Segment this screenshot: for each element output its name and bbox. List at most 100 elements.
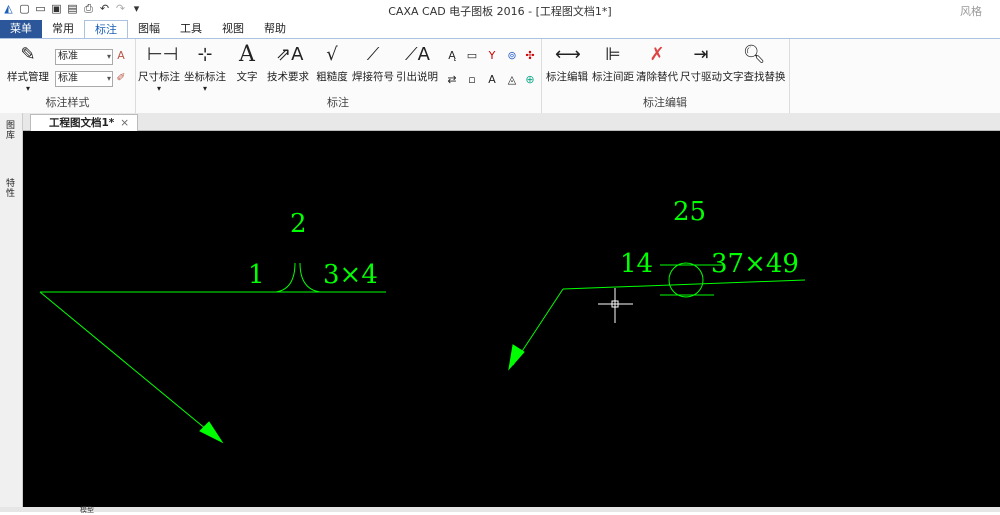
crosshair-circle-icon[interactable]: ⊕: [523, 73, 537, 87]
weld-icon: ⟋: [366, 44, 380, 65]
ribbon-tabs: 菜单 常用 标注 图幅 工具 视图 帮助: [0, 20, 1000, 39]
tech-req-button[interactable]: ⇗A 技术要求: [265, 43, 311, 84]
dimension-drive-icon: ⇥: [693, 44, 709, 65]
group-annotation-edit: ⟷ 标注编辑 ⊫ 标注间距 ✗ 清除替代 ⇥ 尺寸驱动 🔍︎ 文字查找替换 标注…: [541, 39, 790, 113]
weld1-left-label: 1: [248, 260, 265, 290]
weld-symbol-arc: [275, 262, 296, 293]
datum-icon[interactable]: Ą: [445, 49, 459, 63]
tab-view[interactable]: 视图: [212, 20, 254, 38]
drawing-canvas[interactable]: 2 1 3×4 25 14 37×49: [23, 131, 1000, 507]
tech-req-icon: ⇗A: [276, 44, 304, 65]
clear-override-label: 清除替代: [636, 71, 678, 83]
dimension-drive-button[interactable]: ⇥ 尺寸驱动: [679, 43, 723, 84]
style-manage-label: 样式管理: [7, 71, 49, 83]
chevron-down-icon: ▾: [202, 84, 207, 93]
leader-line: [39, 291, 219, 440]
group-annotation: ⊢⊣ 尺寸标注 ▾ ⊹ 坐标标注 ▾ A 文字 ⇗A 技术要求 √ 粗糙度 ⟋ …: [135, 39, 542, 113]
tolerance-icon[interactable]: ▭: [465, 49, 479, 63]
tab-sheet[interactable]: 图幅: [128, 20, 170, 38]
text-style-value: 标准: [58, 51, 78, 62]
reference-line: [562, 279, 806, 290]
group-label: 标注: [327, 96, 349, 109]
weld2-right-label: 37×49: [711, 249, 799, 279]
find-replace-label: 文字查找替换: [722, 71, 786, 83]
close-icon[interactable]: ×: [120, 117, 129, 129]
style-manage-icon: ✎: [20, 44, 36, 65]
arrowhead: [508, 344, 525, 371]
sidebar-item-library[interactable]: 图库: [6, 121, 16, 141]
window-title: CAXA CAD 电子图板 2016 - [工程图文档1*]: [388, 5, 612, 18]
annotation-edit-button[interactable]: ⟷ 标注编辑: [545, 43, 589, 84]
weld1-top-label: 2: [290, 209, 307, 239]
style-manage-button[interactable]: ✎ 样式管理 ▾: [4, 43, 52, 93]
roughness-button[interactable]: √ 粗糙度: [313, 43, 351, 84]
chamfer-icon[interactable]: Y: [485, 49, 499, 63]
dim-style-value: 标准: [58, 73, 78, 84]
weld1-right-label: 3×4: [323, 260, 378, 290]
chevron-down-icon: ▾: [106, 74, 111, 83]
weld-symbol-arc: [299, 262, 321, 293]
weld2-left-label: 14: [620, 249, 653, 279]
status-text: 模型: [80, 506, 94, 514]
weld-symbol-button[interactable]: ⟋ 焊接符号: [351, 43, 395, 84]
group-label: 标注编辑: [643, 96, 687, 109]
weld-circle-symbol: [668, 262, 704, 298]
dimension-button[interactable]: ⊢⊣ 尺寸标注 ▾: [137, 43, 181, 93]
cursor-crosshair-icon: [598, 288, 633, 323]
clear-override-button[interactable]: ✗ 清除替代: [635, 43, 679, 84]
document-tab-bar: 工程图文档1* ×: [0, 113, 1000, 131]
dimension-label: 尺寸标注: [138, 71, 180, 83]
brush-icon[interactable]: ✐: [114, 71, 128, 85]
arrowhead: [199, 421, 224, 444]
text-style-icon[interactable]: A: [114, 49, 128, 63]
tab-tools[interactable]: 工具: [170, 20, 212, 38]
clear-override-icon: ✗: [649, 44, 665, 65]
dimension-drive-label: 尺寸驱动: [680, 71, 722, 83]
dim-style-combo[interactable]: 标准 ▾: [55, 71, 113, 87]
chevron-down-icon: ▾: [106, 52, 111, 61]
tech-req-label: 技术要求: [267, 71, 309, 83]
status-bar: [0, 507, 1000, 512]
dimension-icon: ⊢⊣: [147, 44, 179, 65]
coordinate-button[interactable]: ⊹ 坐标标注 ▾: [183, 43, 227, 93]
center-mark-icon[interactable]: ⊚: [505, 49, 519, 63]
leader-label: 引出说明: [396, 71, 438, 83]
spacing-icon: ⊫: [605, 44, 621, 65]
text-a-icon: A: [239, 42, 255, 67]
weld2-top-label: 25: [673, 197, 706, 227]
tab-common[interactable]: 常用: [42, 20, 84, 38]
annotation-edit-icon: ⟷: [555, 44, 581, 65]
ribbon-panel: ✎ 样式管理 ▾ 标准 ▾ A 标准 ▾ ✐ 标注样式 ⊢⊣ 尺寸标注 ▾ ⊹ 坐标…: [0, 38, 1000, 114]
tab-annotation[interactable]: 标注: [84, 20, 128, 39]
text-label: 文字: [236, 71, 258, 83]
document-tab[interactable]: 工程图文档1* ×: [30, 114, 139, 131]
annotation-edit-label: 标注编辑: [546, 71, 588, 83]
find-replace-button[interactable]: 🔍︎ 文字查找替换: [721, 43, 787, 84]
find-replace-icon: 🔍︎: [742, 44, 766, 65]
drawing-svg: 2 1 3×4 25 14 37×49: [39, 197, 806, 444]
mark-icon[interactable]: ◬: [505, 73, 519, 87]
position-icon[interactable]: A: [485, 73, 499, 87]
spacing-label: 标注间距: [592, 71, 634, 83]
delete-icon[interactable]: ✣: [523, 49, 537, 63]
chevron-down-icon: ▾: [25, 84, 30, 93]
leader-icon: ⟋A: [405, 44, 430, 65]
weld-label: 焊接符号: [352, 71, 394, 83]
arc-length-icon[interactable]: ⇄: [445, 73, 459, 87]
tab-help[interactable]: 帮助: [254, 20, 296, 38]
sidebar-item-properties[interactable]: 特性: [6, 179, 16, 199]
group-annotation-style: ✎ 样式管理 ▾ 标准 ▾ A 标准 ▾ ✐ 标注样式: [0, 39, 136, 113]
leader-button[interactable]: ⟋A 引出说明: [395, 43, 439, 84]
coordinate-label: 坐标标注: [184, 71, 226, 83]
text-style-combo[interactable]: 标准 ▾: [55, 49, 113, 65]
text-button[interactable]: A 文字: [229, 43, 265, 84]
table-icon[interactable]: ▫: [465, 73, 479, 87]
chevron-down-icon: ▾: [156, 84, 161, 93]
tab-menu[interactable]: 菜单: [0, 20, 42, 38]
title-bar: ◭ ▢ ▭ ▣ ▤ ⎙ ↶ ↷ ▾ CAXA CAD 电子图板 2016 - […: [0, 0, 1000, 20]
roughness-label: 粗糙度: [316, 71, 348, 83]
coordinate-icon: ⊹: [197, 44, 213, 65]
style-label[interactable]: 风格: [960, 3, 982, 19]
left-sidebar: 图库 特性: [0, 113, 23, 512]
annotation-spacing-button[interactable]: ⊫ 标注间距: [591, 43, 635, 84]
